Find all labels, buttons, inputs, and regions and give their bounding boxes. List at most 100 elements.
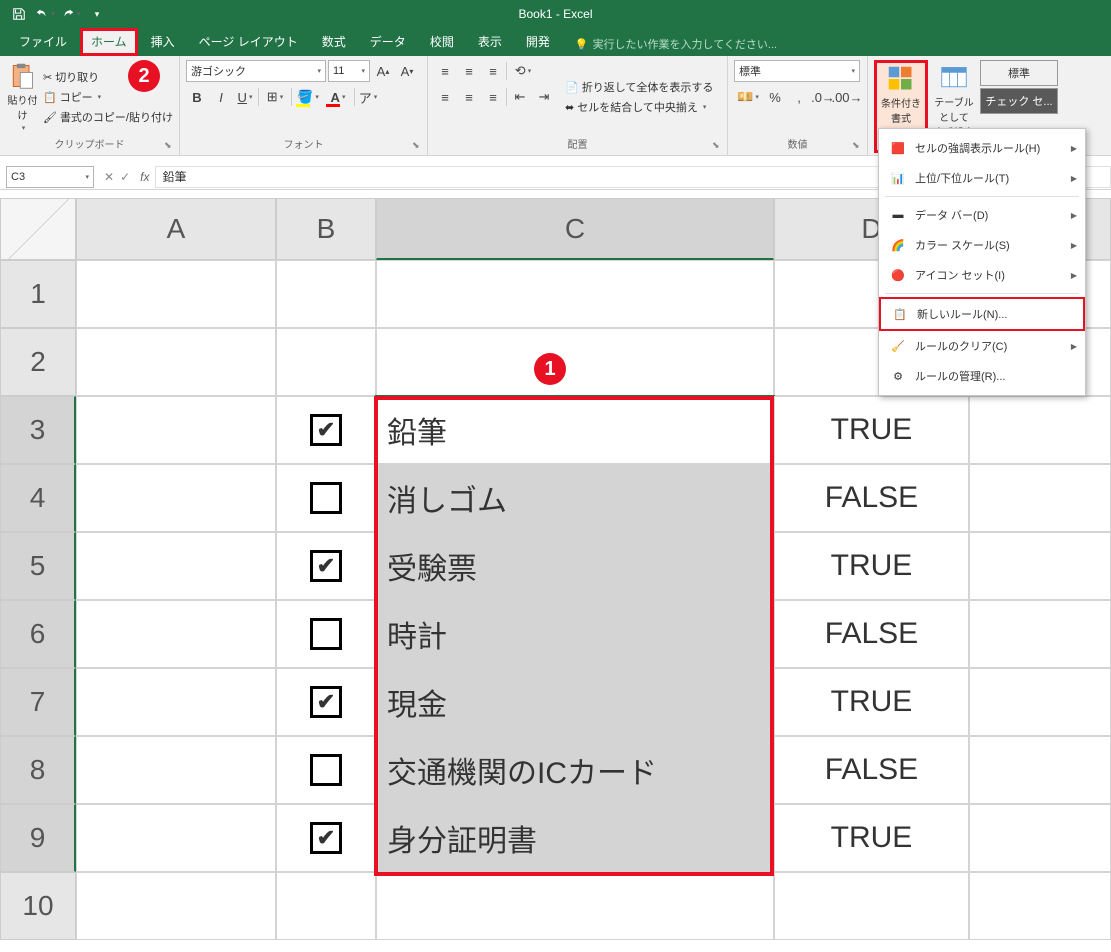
clipboard-launcher-icon[interactable]: ⬊ <box>164 140 176 152</box>
percent-format-icon[interactable]: % <box>764 86 786 108</box>
cell[interactable] <box>276 736 376 804</box>
cell[interactable] <box>376 328 774 396</box>
row-header[interactable]: 10 <box>0 872 76 940</box>
grow-font-icon[interactable]: A▴ <box>372 60 394 82</box>
cell[interactable]: ✔ <box>276 532 376 600</box>
font-name-combo[interactable]: 游ゴシック▾ <box>186 60 326 82</box>
increase-indent-icon[interactable]: ⇥ <box>533 86 555 108</box>
tab-view[interactable]: 表示 <box>467 28 513 56</box>
cell[interactable]: 鉛筆 <box>376 396 774 464</box>
name-box[interactable]: C3▾ <box>6 166 94 188</box>
checkbox[interactable]: ✔ <box>310 550 342 582</box>
cell[interactable]: 時計 <box>376 600 774 668</box>
row-header[interactable]: 8 <box>0 736 76 804</box>
tab-data[interactable]: データ <box>359 28 417 56</box>
tab-formulas[interactable]: 数式 <box>311 28 357 56</box>
cell[interactable] <box>76 532 276 600</box>
row-header[interactable]: 1 <box>0 260 76 328</box>
cell[interactable] <box>276 328 376 396</box>
enter-formula-icon[interactable]: ✓ <box>120 170 130 184</box>
cell[interactable] <box>76 464 276 532</box>
cell[interactable] <box>76 260 276 328</box>
select-all-corner[interactable] <box>0 198 76 260</box>
cf-manage-rules[interactable]: ⚙ルールの管理(R)... <box>879 361 1085 391</box>
cell[interactable] <box>969 600 1111 668</box>
tab-file[interactable]: ファイル <box>8 28 78 56</box>
cell[interactable]: ✔ <box>276 396 376 464</box>
comma-format-icon[interactable]: , <box>788 86 810 108</box>
row-header[interactable]: 9 <box>0 804 76 872</box>
tell-me[interactable]: 💡 実行したい作業を入力してください... <box>575 36 777 56</box>
row-header[interactable]: 2 <box>0 328 76 396</box>
row-header[interactable]: 5 <box>0 532 76 600</box>
font-launcher-icon[interactable]: ⬊ <box>412 140 424 152</box>
align-middle-icon[interactable]: ≡ <box>458 60 480 82</box>
cell[interactable]: TRUE <box>774 668 969 736</box>
cf-new-rule[interactable]: 📋新しいルール(N)... <box>879 297 1085 331</box>
qat-customize-icon[interactable]: ▾ <box>86 3 108 25</box>
cell[interactable] <box>76 872 276 940</box>
align-bottom-icon[interactable]: ≡ <box>482 60 504 82</box>
number-launcher-icon[interactable]: ⬊ <box>852 140 864 152</box>
phonetic-button[interactable]: ア▾ <box>357 86 379 108</box>
cell[interactable]: TRUE <box>774 532 969 600</box>
align-left-icon[interactable]: ≡ <box>434 86 456 108</box>
col-header-C[interactable]: C <box>376 198 774 260</box>
cell[interactable] <box>774 872 969 940</box>
conditional-formatting-button[interactable]: 条件付き 書式 ▾ <box>879 65 923 135</box>
cell[interactable] <box>969 804 1111 872</box>
alignment-launcher-icon[interactable]: ⬊ <box>712 140 724 152</box>
cell[interactable] <box>969 464 1111 532</box>
cell[interactable] <box>76 600 276 668</box>
cell[interactable] <box>376 872 774 940</box>
fill-color-button[interactable]: 🪣▾ <box>294 86 322 108</box>
checkbox[interactable]: ✔ <box>310 414 342 446</box>
decrease-indent-icon[interactable]: ⇤ <box>509 86 531 108</box>
underline-button[interactable]: U▾ <box>234 86 256 108</box>
cell[interactable] <box>76 668 276 736</box>
row-header[interactable]: 3 <box>0 396 76 464</box>
col-header-B[interactable]: B <box>276 198 376 260</box>
cancel-formula-icon[interactable]: ✕ <box>104 170 114 184</box>
save-icon[interactable] <box>8 3 30 25</box>
checkbox[interactable] <box>310 482 342 514</box>
paste-button[interactable]: 貼り付け ▾ <box>6 60 39 134</box>
cell-style-normal[interactable]: 標準 <box>980 60 1058 86</box>
fx-icon[interactable]: fx <box>140 170 149 184</box>
align-top-icon[interactable]: ≡ <box>434 60 456 82</box>
cell[interactable]: 交通機関のICカード <box>376 736 774 804</box>
cell[interactable] <box>76 804 276 872</box>
cf-icon-sets[interactable]: 🔴アイコン セット(I)▶ <box>879 260 1085 290</box>
border-button[interactable]: ⊞▾ <box>261 86 289 108</box>
cf-highlight-rules[interactable]: 🟥セルの強調表示ルール(H)▶ <box>879 133 1085 163</box>
copy-button[interactable]: 📋 コピー ▾ <box>43 88 173 106</box>
orientation-icon[interactable]: ⟲▾ <box>509 60 537 82</box>
cf-top-bottom-rules[interactable]: 📊上位/下位ルール(T)▶ <box>879 163 1085 193</box>
bold-button[interactable]: B <box>186 86 208 108</box>
cell[interactable]: 現金 <box>376 668 774 736</box>
cell[interactable] <box>276 464 376 532</box>
cell-style-check[interactable]: チェック セ... <box>980 88 1058 114</box>
cell[interactable]: FALSE <box>774 600 969 668</box>
decrease-decimal-icon[interactable]: .00→ <box>836 86 858 108</box>
cell[interactable] <box>969 872 1111 940</box>
align-center-icon[interactable]: ≡ <box>458 86 480 108</box>
cell[interactable]: FALSE <box>774 464 969 532</box>
cell[interactable]: TRUE <box>774 804 969 872</box>
italic-button[interactable]: I <box>210 86 232 108</box>
tab-insert[interactable]: 挿入 <box>140 28 186 56</box>
cell[interactable] <box>276 600 376 668</box>
cell[interactable] <box>76 736 276 804</box>
cf-data-bars[interactable]: ▬データ バー(D)▶ <box>879 200 1085 230</box>
cell[interactable] <box>969 736 1111 804</box>
checkbox[interactable] <box>310 618 342 650</box>
tab-review[interactable]: 校閲 <box>419 28 465 56</box>
font-color-button[interactable]: A▾ <box>324 86 352 108</box>
checkbox[interactable]: ✔ <box>310 822 342 854</box>
row-header[interactable]: 6 <box>0 600 76 668</box>
redo-icon[interactable]: ▾ <box>60 3 82 25</box>
tab-home[interactable]: ホーム <box>80 28 138 56</box>
undo-icon[interactable]: ▾ <box>34 3 56 25</box>
row-header[interactable]: 4 <box>0 464 76 532</box>
align-right-icon[interactable]: ≡ <box>482 86 504 108</box>
